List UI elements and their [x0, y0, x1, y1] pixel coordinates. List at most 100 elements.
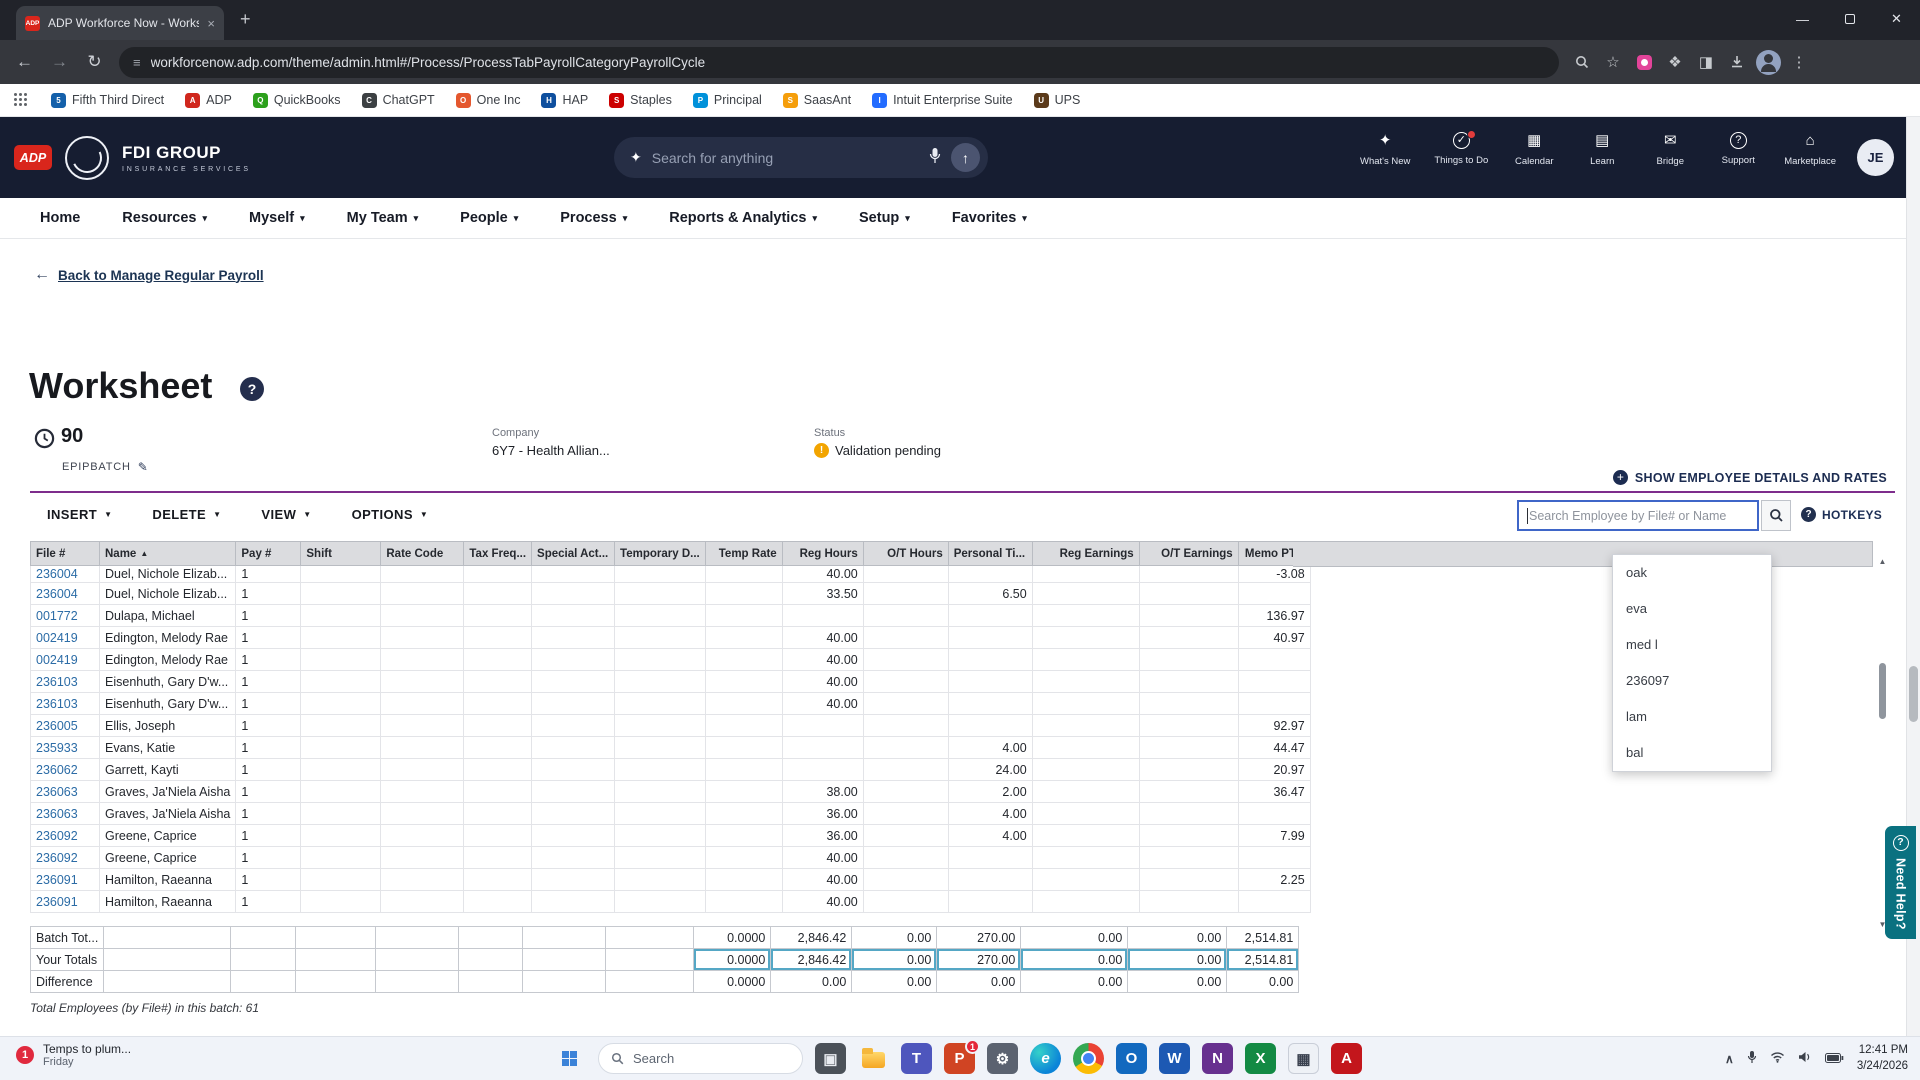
header-link-learn[interactable]: ▤ Learn: [1580, 132, 1624, 167]
grid-cell[interactable]: [862, 780, 949, 803]
grid-cell[interactable]: 40.00: [781, 868, 864, 891]
column-header-name[interactable]: Name ▲: [98, 541, 237, 566]
hotkeys-link[interactable]: ? HOTKEYS: [1801, 507, 1882, 522]
browser-profile-avatar[interactable]: [1755, 49, 1781, 75]
grid-cell[interactable]: [1138, 626, 1239, 649]
grid-cell[interactable]: [1237, 846, 1311, 869]
grid-cell[interactable]: Graves, Ja'Niela Aisha: [98, 802, 237, 825]
task-view-icon[interactable]: ▣: [815, 1043, 846, 1074]
teams-icon[interactable]: T: [901, 1043, 932, 1074]
grid-cell[interactable]: [614, 780, 706, 803]
grid-cell[interactable]: 38.00: [781, 780, 864, 803]
suggestion-item[interactable]: 236097: [1613, 663, 1771, 699]
grid-cell[interactable]: [704, 758, 783, 781]
grid-cell[interactable]: 40.00: [781, 890, 864, 913]
edge-icon[interactable]: e: [1030, 1043, 1061, 1074]
grid-cell[interactable]: 1: [235, 780, 302, 803]
volume-icon[interactable]: [1798, 1050, 1812, 1068]
grid-cell[interactable]: [1031, 780, 1140, 803]
grid-cell[interactable]: [463, 648, 533, 671]
grid-cell[interactable]: [781, 736, 864, 759]
grid-cell[interactable]: [531, 802, 616, 825]
apps-grid-icon[interactable]: [14, 93, 28, 107]
grid-cell[interactable]: [463, 714, 533, 737]
grid-cell[interactable]: [1237, 582, 1311, 605]
grid-cell[interactable]: 20.97: [1237, 758, 1311, 781]
bookmark-item-staples[interactable]: S Staples: [609, 92, 672, 108]
grid-cell[interactable]: [531, 565, 616, 583]
file-link[interactable]: 236004: [30, 582, 100, 605]
grid-cell[interactable]: [1138, 565, 1239, 583]
grid-cell[interactable]: 1: [235, 670, 302, 693]
grid-cell[interactable]: [531, 670, 616, 693]
grid-cell[interactable]: [1031, 846, 1140, 869]
grid-cell[interactable]: Evans, Katie: [98, 736, 237, 759]
grid-cell[interactable]: [300, 846, 382, 869]
grid-cell[interactable]: 33.50: [781, 582, 864, 605]
grid-cell[interactable]: [614, 648, 706, 671]
grid-cell[interactable]: 1: [235, 758, 302, 781]
grid-cell[interactable]: [1138, 670, 1239, 693]
grid-cell[interactable]: [531, 824, 616, 847]
excel-icon[interactable]: X: [1245, 1043, 1276, 1074]
grid-cell[interactable]: 1: [235, 604, 302, 627]
grid-cell[interactable]: 40.00: [781, 648, 864, 671]
grid-cell[interactable]: [947, 648, 1033, 671]
grid-cell[interactable]: Greene, Caprice: [98, 824, 237, 847]
window-minimize-button[interactable]: —: [1779, 0, 1826, 38]
powerpoint-icon[interactable]: P1: [944, 1039, 980, 1074]
grid-cell[interactable]: [614, 582, 706, 605]
grid-cell[interactable]: [463, 780, 533, 803]
grid-cell[interactable]: [1138, 714, 1239, 737]
chrome-icon[interactable]: [1073, 1043, 1104, 1074]
grid-cell[interactable]: 1: [235, 890, 302, 913]
site-info-icon[interactable]: ≡: [133, 55, 141, 70]
file-link[interactable]: 001772: [30, 604, 100, 627]
suggestion-item[interactable]: lam: [1613, 699, 1771, 735]
grid-cell[interactable]: [614, 802, 706, 825]
grid-cell[interactable]: [1031, 692, 1140, 715]
help-icon[interactable]: ?: [240, 377, 264, 401]
grid-cell[interactable]: [1138, 890, 1239, 913]
grid-cell[interactable]: 1: [235, 714, 302, 737]
grid-cell[interactable]: [1031, 670, 1140, 693]
nav-item-favorites[interactable]: Favorites ▾: [952, 210, 1027, 226]
grid-cell[interactable]: [704, 648, 783, 671]
grid-cell[interactable]: [463, 846, 533, 869]
grid-cell[interactable]: [1138, 604, 1239, 627]
back-icon[interactable]: ←: [8, 45, 41, 79]
grid-cell[interactable]: 40.00: [781, 626, 864, 649]
file-link[interactable]: 236063: [30, 802, 100, 825]
grid-cell[interactable]: [614, 868, 706, 891]
grid-cell[interactable]: [300, 824, 382, 847]
bookmark-item-principal[interactable]: P Principal: [692, 92, 762, 108]
grid-cell[interactable]: [862, 648, 949, 671]
start-button[interactable]: [552, 1043, 586, 1074]
grid-cell[interactable]: [300, 714, 382, 737]
grid-cell[interactable]: [531, 780, 616, 803]
grid-cell[interactable]: [463, 736, 533, 759]
grid-cell[interactable]: [704, 736, 783, 759]
grid-cell[interactable]: [531, 582, 616, 605]
file-link[interactable]: 236103: [30, 692, 100, 715]
grid-cell[interactable]: 1: [235, 692, 302, 715]
grid-cell[interactable]: [380, 670, 465, 693]
grid-cell[interactable]: [380, 648, 465, 671]
file-link[interactable]: 002419: [30, 648, 100, 671]
word-icon[interactable]: W: [1159, 1043, 1190, 1074]
grid-cell[interactable]: [1138, 780, 1239, 803]
options-button[interactable]: OPTIONS ▼: [352, 507, 429, 522]
grid-cell[interactable]: [380, 868, 465, 891]
nav-item-setup[interactable]: Setup ▾: [859, 210, 910, 226]
suggestion-item[interactable]: eva: [1613, 591, 1771, 627]
grid-cell[interactable]: [704, 626, 783, 649]
grid-cell[interactable]: [1031, 565, 1140, 583]
grid-cell[interactable]: [704, 582, 783, 605]
employee-search[interactable]: [1517, 500, 1759, 531]
grid-cell[interactable]: [1237, 648, 1311, 671]
nav-item-resources[interactable]: Resources ▾: [122, 210, 207, 226]
extensions-puzzle-icon[interactable]: ❖: [1662, 49, 1688, 75]
grid-cell[interactable]: [300, 868, 382, 891]
grid-cell[interactable]: [463, 890, 533, 913]
bookmark-item-quickbooks[interactable]: Q QuickBooks: [252, 92, 341, 108]
